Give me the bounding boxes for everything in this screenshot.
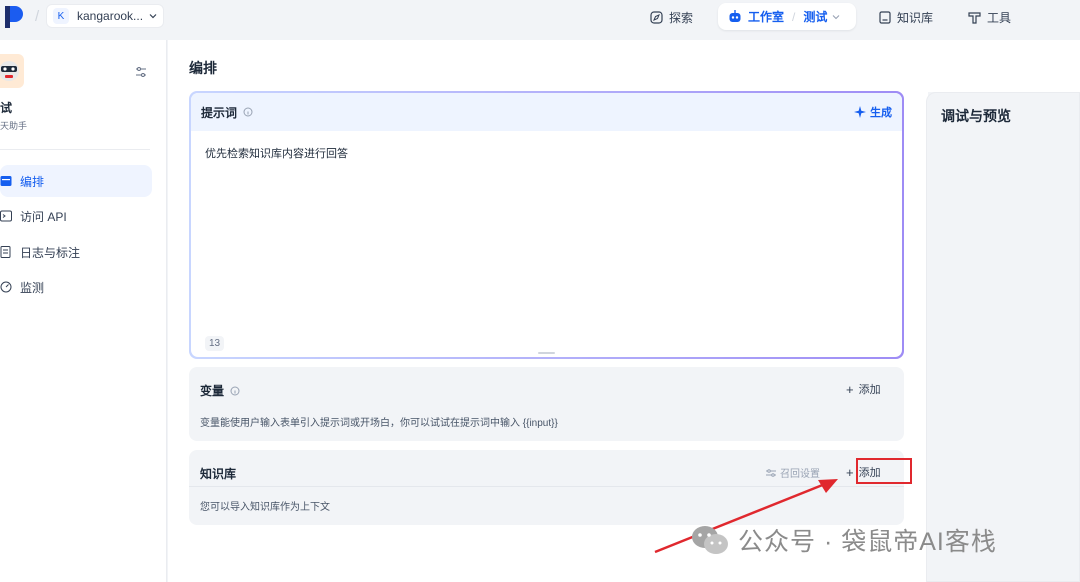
recall-settings-label: 召回设置 [780,469,820,480]
divider [189,486,904,487]
nav-studio-label: 工作室 [748,10,785,24]
compass-icon [650,10,663,24]
watermark: 公众号 · 袋鼠帝AI客栈 [690,522,997,558]
sidebar-item-api[interactable]: 访问 API [0,200,152,232]
sidebar-item-orchestrate[interactable]: 编排 [0,165,152,197]
divider [0,149,150,150]
nav-explore-label: 探索 [669,10,694,25]
knowledge-title: 知识库 [200,467,237,481]
sliders-icon[interactable] [135,66,147,78]
workspace-avatar: K [53,8,69,24]
char-count-badge: 13 [205,336,225,351]
annotation-highlight-box [856,458,912,484]
nav-knowledge-label: 知识库 [897,10,934,25]
log-icon [0,246,11,258]
sparkle-icon [854,106,866,118]
info-icon[interactable] [243,107,253,117]
robot-icon [729,10,741,22]
main-panel: 编排 提示词 生成 优先检索知识库内容进行回答 13 变量 + 添加 变量能使用… [168,40,928,582]
sidebar-item-label: 编排 [20,174,45,189]
knowledge-card: 知识库 召回设置 + 添加 您可以导入知识库作为上下文 [189,450,912,525]
variables-title: 变量 [200,382,240,399]
sidebar-item-label: 访问 API [20,209,67,224]
preview-panel: 调试与预览 [926,92,1080,582]
app-title: 试 [0,101,13,115]
sidebar: 试 天助手 编排 访问 API 日志与标注 监测 [0,40,167,582]
recall-settings-button[interactable]: 召回设置 [766,465,820,480]
info-icon[interactable] [230,386,240,396]
layout-icon [0,176,12,186]
generate-button[interactable]: 生成 [854,104,892,120]
add-variable-button[interactable]: + 添加 [846,381,881,397]
workspace-selector[interactable]: K kangarook... [46,4,164,28]
variables-description: 变量能使用户输入表单引入提示词或开场白，你可以试试在提示词中输入 {{input… [200,418,558,429]
nav-knowledge[interactable]: 知识库 [879,7,933,27]
robot-face-icon [0,61,19,81]
app-avatar [0,54,24,88]
book-icon [879,10,891,24]
nav-studio-app[interactable]: 测试 [803,8,827,25]
page-title: 编排 [189,60,217,76]
hammer-icon [968,11,981,24]
workspace-name: kangarook... [77,9,144,23]
plus-icon: + [846,381,854,397]
nav-separator: / [792,9,796,24]
sliders-icon [766,468,776,477]
sidebar-item-label: 日志与标注 [20,245,81,260]
add-variable-label: 添加 [858,384,881,396]
prompt-label: 提示词 [201,105,238,120]
nav-tools[interactable]: 工具 [968,7,1011,27]
monitor-icon [0,281,12,293]
knowledge-description: 您可以导入知识库作为上下文 [200,502,330,513]
preview-header-bg [928,40,1080,92]
sidebar-item-monitor[interactable]: 监测 [0,271,152,303]
breadcrumb-separator: / [35,8,40,25]
preview-title: 调试与预览 [941,108,1011,124]
prompt-header: 提示词 生成 [191,93,902,131]
variables-card: 变量 + 添加 变量能使用户输入表单引入提示词或开场白，你可以试试在提示词中输入… [189,367,904,441]
sidebar-item-logs[interactable]: 日志与标注 [0,236,152,268]
variables-label: 变量 [200,384,225,398]
generate-label: 生成 [870,107,892,119]
sidebar-item-label: 监测 [20,280,45,295]
top-bar: / K kangarook... 探索 工作室 / 测试 知识库 工具 [0,0,1080,40]
terminal-icon [0,210,12,222]
prompt-card: 提示词 生成 优先检索知识库内容进行回答 13 [189,91,904,359]
nav-studio[interactable]: 工作室 / 测试 [718,3,856,30]
nav-tools-label: 工具 [987,10,1012,25]
watermark-text: 公众号 · 袋鼠帝AI客栈 [738,528,997,556]
chevron-down-icon [832,14,840,19]
resize-handle[interactable] [538,352,555,354]
chevron-down-icon [149,14,157,19]
wechat-icon [692,526,728,554]
plus-icon: + [846,464,854,480]
app-type: 天助手 [0,121,28,131]
prompt-textarea[interactable]: 优先检索知识库内容进行回答 [205,145,348,161]
nav-explore[interactable]: 探索 [650,7,693,27]
logo-icon[interactable] [5,6,23,28]
